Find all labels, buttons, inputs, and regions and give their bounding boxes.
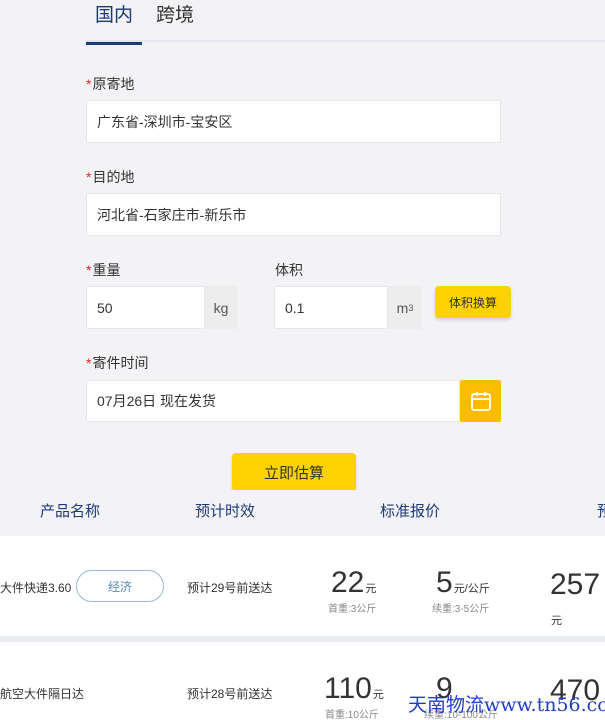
delivery-eta: 预计28号前送达 <box>187 687 273 701</box>
calendar-icon <box>470 392 491 411</box>
col-eta: 预计时效 <box>195 503 256 520</box>
extra-weight-price-unit: 元/公斤 <box>453 583 490 595</box>
col-standard-price: 标准报价 <box>380 503 441 520</box>
tab-cross-border[interactable]: 跨境 <box>156 4 194 40</box>
extra-weight-note: 续重:3-5公斤 <box>432 604 490 615</box>
weight-label: *重量 <box>86 260 120 280</box>
first-weight-price-unit: 元 <box>372 689 384 701</box>
origin-label: *原寄地 <box>86 74 134 94</box>
volume-unit-exponent: 3 <box>408 302 414 313</box>
volume-label: 体积 <box>275 262 303 278</box>
send-time-label: *寄件时间 <box>86 353 148 373</box>
product-name: 大件快递3.60 <box>0 581 72 595</box>
weight-input[interactable]: 50 <box>86 286 205 329</box>
product-name: 航空大件隔日达 <box>0 687 85 701</box>
destination-input[interactable]: 河北省-石家庄市-新乐市 <box>86 193 501 236</box>
delivery-eta: 预计29号前送达 <box>187 581 273 595</box>
first-weight-note: 首重:3公斤 <box>328 604 377 615</box>
extra-weight-price: 5元/公斤 <box>436 568 490 604</box>
required-mark: * <box>86 169 92 185</box>
first-weight-price-value: 22 <box>331 566 365 599</box>
total-price: 257 元 <box>550 570 605 636</box>
first-weight-note: 首重:10公斤 <box>325 710 379 720</box>
total-price-unit: 元 <box>551 615 562 627</box>
first-weight-price-value: 110 <box>324 672 372 705</box>
total-price-value: 257 <box>550 568 601 601</box>
volume-unit-base: m <box>396 299 409 316</box>
table-row[interactable]: 大件快递3.60 经济 预计29号前送达 22元 首重:3公斤 5元/公斤 续重… <box>0 536 605 636</box>
origin-input[interactable]: 广东省-深圳市-宝安区 <box>86 100 501 143</box>
extra-weight-price-value: 5 <box>436 566 453 599</box>
volume-convert-button[interactable]: 体积换算 <box>435 286 511 318</box>
results-table-header: 产品名称 预计时效 标准报价 预 <box>0 490 605 534</box>
first-weight-price: 110元 <box>324 674 384 710</box>
first-weight-price: 22元 <box>331 568 376 604</box>
col-product-name: 产品名称 <box>40 503 101 520</box>
destination-label: *目的地 <box>86 167 134 187</box>
calendar-button[interactable] <box>460 380 501 422</box>
watermark: 天南物流www.tn56.com <box>408 694 605 716</box>
origin-label-text: 原寄地 <box>92 76 135 92</box>
required-mark: * <box>86 76 92 92</box>
weight-label-text: 重量 <box>92 262 121 278</box>
region-tabs: 国内 跨境 <box>86 0 605 45</box>
estimate-button[interactable]: 立即估算 <box>232 453 356 491</box>
tab-domestic[interactable]: 国内 <box>86 4 142 45</box>
col-estimated: 预 <box>597 503 605 520</box>
send-time-input[interactable]: 07月26日 现在发货 <box>86 380 460 422</box>
first-weight-price-unit: 元 <box>365 583 377 595</box>
volume-input[interactable]: 0.1 <box>274 286 388 329</box>
required-mark: * <box>86 262 92 278</box>
service-tier-badge[interactable]: 经济 <box>76 570 164 602</box>
destination-label-text: 目的地 <box>92 169 135 185</box>
send-time-label-text: 寄件时间 <box>92 355 149 371</box>
weight-unit: kg <box>205 286 237 329</box>
volume-unit: m3 <box>388 286 422 329</box>
required-mark: * <box>86 355 92 371</box>
